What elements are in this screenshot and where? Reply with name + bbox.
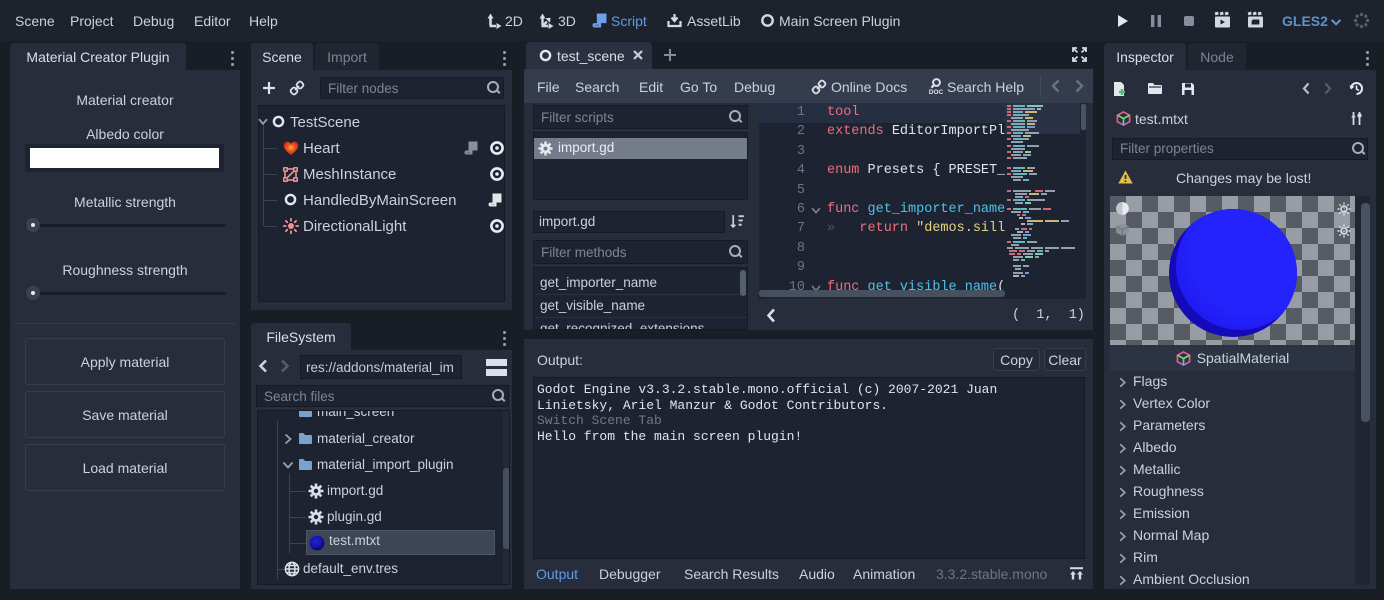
svg-text:DOC: DOC (929, 89, 944, 96)
